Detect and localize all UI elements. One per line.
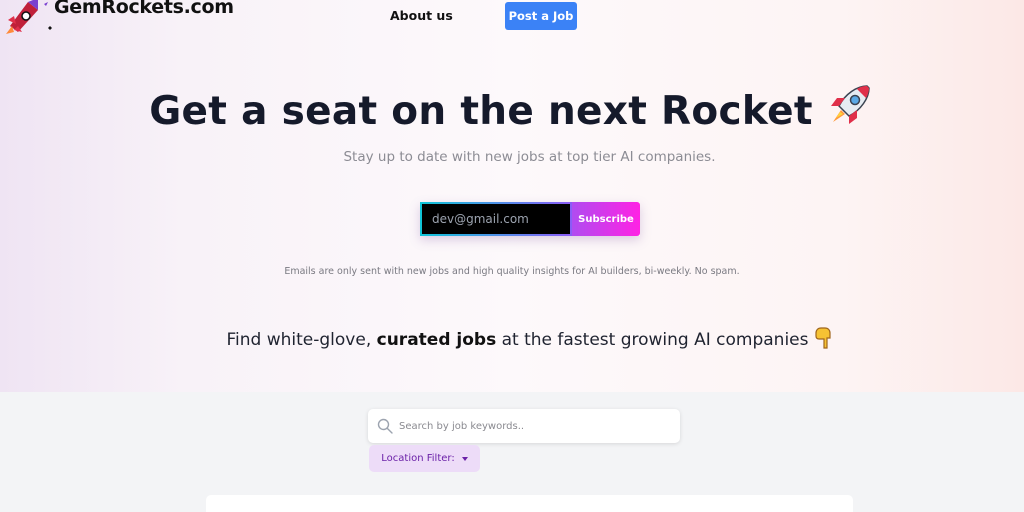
rocket-logo-icon[interactable] xyxy=(4,0,56,36)
email-disclaimer: Emails are only sent with new jobs and h… xyxy=(284,266,740,277)
rocket-icon xyxy=(830,85,870,124)
location-filter-button[interactable]: Location Filter: xyxy=(369,445,480,472)
tagline: Find white-glove, curated jobs at the fa… xyxy=(0,327,1024,350)
post-job-button[interactable]: Post a Job xyxy=(505,2,577,30)
tagline-pre: Find white-glove, xyxy=(226,330,377,350)
nav-about-us[interactable]: About us xyxy=(390,8,453,23)
page-title: Get a seat on the next Rocket xyxy=(0,80,1024,134)
tagline-post: at the fastest growing AI companies xyxy=(496,330,809,350)
page-subtitle: Stay up to date with new jobs at top tie… xyxy=(343,149,716,165)
location-filter-label: Location Filter: xyxy=(381,453,455,464)
brand-name[interactable]: GemRockets.com xyxy=(54,0,234,18)
job-search-box xyxy=(368,409,680,443)
email-field[interactable] xyxy=(420,202,572,236)
search-input[interactable] xyxy=(399,420,669,432)
caret-down-icon xyxy=(461,456,468,461)
search-icon xyxy=(377,418,393,434)
tagline-bold: curated jobs xyxy=(376,330,497,350)
pointing-down-hand-icon xyxy=(814,327,831,349)
job-list-card xyxy=(206,495,853,512)
subscribe-form: Subscribe xyxy=(420,202,640,236)
hero-section: GemRockets.com About us Post a Job Get a… xyxy=(0,0,1024,392)
title-text: Get a seat on the next Rocket xyxy=(149,89,813,134)
subscribe-button[interactable]: Subscribe xyxy=(572,202,640,236)
